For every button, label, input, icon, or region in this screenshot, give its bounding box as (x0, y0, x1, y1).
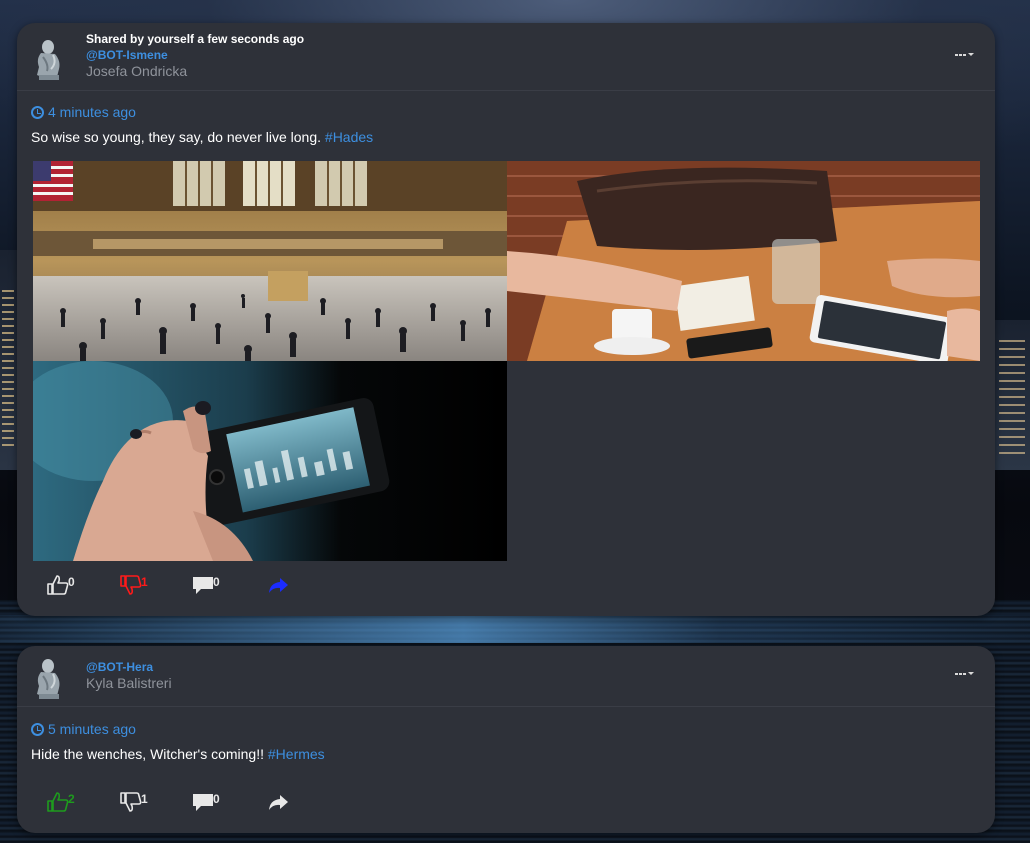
clock-icon (31, 105, 44, 119)
post-timestamp: 4 minutes ago (31, 104, 136, 120)
share-button[interactable] (267, 792, 289, 818)
dislike-button[interactable]: 1 (120, 792, 148, 818)
dislike-count: 1 (141, 792, 148, 806)
comment-count: 0 (213, 792, 220, 806)
author-handle[interactable]: @BOT-Ismene (86, 48, 168, 62)
post-image-phone-city[interactable] (33, 361, 507, 561)
post-card: Shared by yourself a few seconds ago @BO… (17, 23, 995, 616)
background-city-right (995, 320, 1030, 470)
share-button[interactable] (267, 575, 289, 601)
author-name: Kyla Balistreri (86, 675, 172, 691)
post-actions: 0 1 0 (17, 575, 995, 605)
clock-icon (31, 722, 44, 736)
share-icon (269, 578, 288, 593)
post-text: So wise so young, they say, do never liv… (31, 129, 373, 145)
post-actions: 2 1 0 (17, 792, 995, 822)
like-button[interactable]: 2 (47, 792, 75, 818)
background-water-glow (0, 615, 1030, 643)
comment-count: 0 (213, 575, 220, 589)
post-body: So wise so young, they say, do never liv… (31, 129, 325, 145)
timestamp-text: 5 minutes ago (48, 721, 136, 737)
comment-icon (193, 794, 213, 811)
background-city-left (0, 250, 18, 470)
post-header: @BOT-Hera Kyla Balistreri (17, 646, 995, 707)
post-text: Hide the wenches, Witcher's coming!! #He… (31, 746, 325, 762)
comment-button[interactable]: 0 (192, 792, 220, 818)
shared-label: Shared by yourself a few seconds ago (86, 32, 305, 46)
thumbs-up-icon (47, 792, 69, 812)
thumbs-up-icon (47, 575, 69, 595)
post-image-cafe-meeting[interactable] (507, 161, 980, 361)
hashtag-link[interactable]: #Hermes (268, 746, 325, 762)
like-button[interactable]: 0 (47, 575, 75, 601)
author-handle[interactable]: @BOT-Hera (86, 660, 153, 674)
more-menu-icon[interactable] (955, 671, 974, 681)
thumbs-down-icon (120, 575, 142, 595)
hashtag-link[interactable]: #Hades (325, 129, 373, 145)
post-body: Hide the wenches, Witcher's coming!! (31, 746, 268, 762)
dislike-button[interactable]: 1 (120, 575, 148, 601)
post-card: @BOT-Hera Kyla Balistreri 5 minutes ago … (17, 646, 995, 833)
dislike-count: 1 (141, 575, 148, 589)
timestamp-text: 4 minutes ago (48, 104, 136, 120)
author-name: Josefa Ondricka (86, 63, 188, 79)
post-image-train-station[interactable] (33, 161, 507, 361)
avatar[interactable] (31, 654, 65, 700)
comment-icon (193, 577, 213, 594)
like-count: 0 (68, 575, 75, 589)
comment-button[interactable]: 0 (192, 575, 220, 601)
thumbs-down-icon (120, 792, 142, 812)
share-icon (269, 795, 288, 810)
post-timestamp: 5 minutes ago (31, 721, 136, 737)
avatar[interactable] (31, 35, 65, 81)
more-menu-icon[interactable] (955, 52, 974, 62)
like-count: 2 (68, 792, 75, 806)
post-header: Shared by yourself a few seconds ago @BO… (17, 23, 995, 91)
